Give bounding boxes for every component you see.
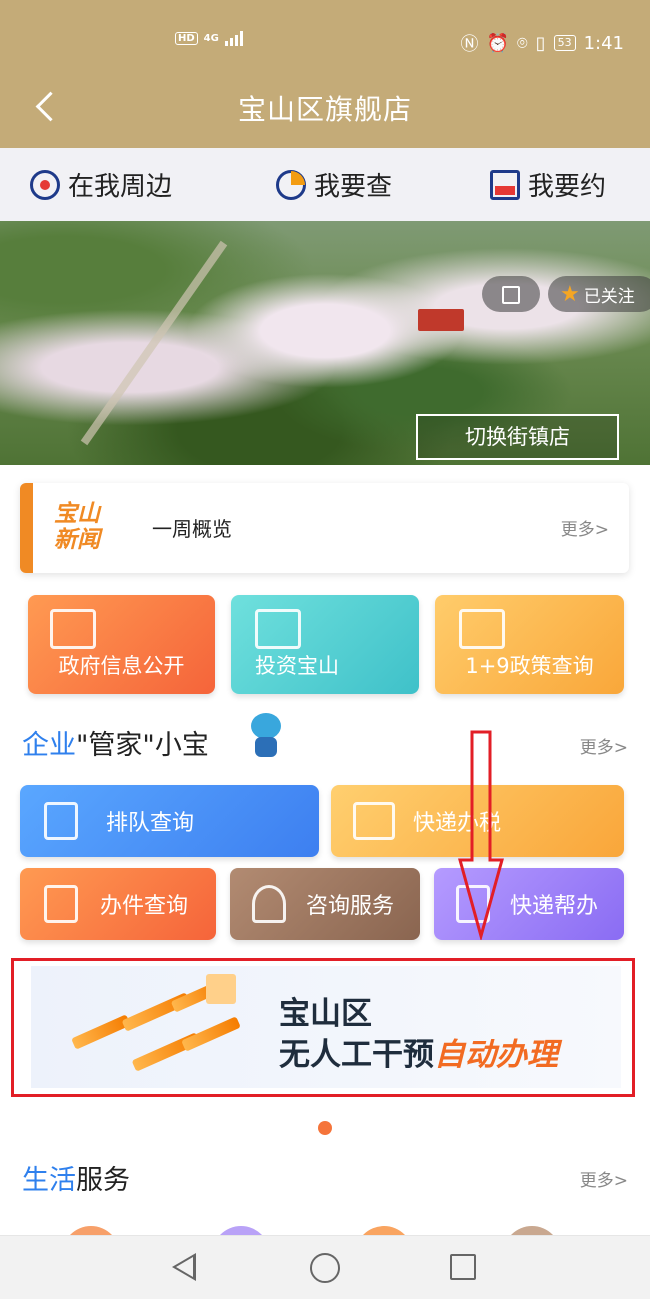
nfc-icon: Ⓝ xyxy=(460,34,479,55)
nav-back-icon[interactable] xyxy=(172,1253,196,1281)
calendar-icon xyxy=(490,169,520,200)
search-icon xyxy=(276,169,306,200)
tile-label: 咨询服务 xyxy=(306,894,395,919)
section-title-blue: 企业 xyxy=(22,730,76,761)
policy-query-card[interactable]: 1+9政策查询 xyxy=(435,595,624,694)
invest-card[interactable]: 投资宝山 xyxy=(231,595,419,694)
hd-badge: HD xyxy=(175,31,198,45)
news-strip[interactable]: 宝山 新闻 一周概览 更多> xyxy=(20,483,629,573)
mascot-icon xyxy=(243,713,287,759)
top-bar: HD 4G Ⓝ ⏰ ⌾ ▯ 53 1:41 宝山区旗舰店 xyxy=(0,0,650,148)
chat-note-icon xyxy=(206,974,236,1004)
tile-label: 快递帮办 xyxy=(510,894,599,919)
hero-roof xyxy=(418,309,464,331)
page-title: 宝山区旗舰店 xyxy=(237,93,412,126)
quick-tabs: 在我周边 我要查 我要约 xyxy=(0,148,650,221)
document-search-icon xyxy=(44,885,78,923)
card-label: 投资宝山 xyxy=(255,654,339,678)
card-label: 1+9政策查询 xyxy=(465,654,594,678)
tab-label: 我要约 xyxy=(528,172,607,202)
news-more-link[interactable]: 更多> xyxy=(561,515,609,540)
clock: 1:41 xyxy=(583,32,624,54)
tab-nearby[interactable]: 在我周边 xyxy=(30,166,172,203)
tax-box-icon xyxy=(353,802,395,840)
annotation-arrow-icon xyxy=(458,730,504,940)
tile-label: 排队查询 xyxy=(106,811,195,836)
follow-button[interactable]: ★ 已关注 xyxy=(548,276,650,312)
switch-town-store-button[interactable]: 切换街镇店 xyxy=(416,414,619,460)
hero-road xyxy=(80,240,228,446)
tab-search[interactable]: 我要查 xyxy=(276,166,392,203)
auto-processing-banner[interactable]: 宝山区 无人工干预自动办理 xyxy=(31,966,621,1088)
follow-label: 已关注 xyxy=(583,286,635,307)
star-icon: ★ xyxy=(560,281,580,307)
tile-label: 办件查询 xyxy=(100,894,189,919)
nav-recents-icon[interactable] xyxy=(450,1254,476,1280)
news-headline: 一周概览 xyxy=(152,517,232,541)
banner-page-indicator xyxy=(318,1121,332,1135)
document-chat-icon xyxy=(50,609,96,649)
money-bag-icon xyxy=(255,609,301,649)
battery-icon: 53 xyxy=(553,35,576,51)
news-logo: 宝山 新闻 xyxy=(54,501,100,553)
promo-line2-highlight: 自动办理 xyxy=(434,1037,558,1073)
promo-line2-prefix: 无人工干预 xyxy=(279,1037,434,1073)
promo-line1: 宝山区 xyxy=(279,996,372,1032)
nav-home-icon[interactable] xyxy=(310,1253,340,1283)
signal-icon xyxy=(224,30,243,46)
tab-appointment[interactable]: 我要约 xyxy=(490,166,606,203)
queue-query-tile[interactable]: 排队查询 xyxy=(20,785,319,857)
alarm-icon: ⏰ xyxy=(486,32,509,54)
promo-banner-highlight: 宝山区 无人工干预自动办理 xyxy=(11,958,635,1097)
share-button[interactable] xyxy=(482,276,540,312)
life-section-title: 生活服务 xyxy=(22,1158,130,1197)
document-search-icon xyxy=(459,609,505,649)
section-title-rest: 服务 xyxy=(76,1165,130,1196)
enterprise-section-title: 企业"管家"小宝 xyxy=(22,723,209,762)
status-bar: HD 4G Ⓝ ⏰ ⌾ ▯ 53 1:41 xyxy=(0,26,650,62)
network-type: 4G xyxy=(203,32,219,44)
system-nav-bar xyxy=(0,1235,650,1299)
section-title-rest: "管家"小宝 xyxy=(76,730,209,761)
hourglass-icon xyxy=(44,802,78,840)
life-more-link[interactable]: 更多> xyxy=(580,1166,628,1191)
news-logo-line1: 宝山 xyxy=(54,501,100,527)
consult-service-tile[interactable]: 咨询服务 xyxy=(230,868,420,940)
gov-info-card[interactable]: 政府信息公开 xyxy=(28,595,215,694)
enterprise-more-link[interactable]: 更多> xyxy=(580,733,628,758)
location-icon: ⌾ xyxy=(516,32,528,54)
vibrate-icon: ▯ xyxy=(535,32,546,54)
tab-label: 在我周边 xyxy=(68,172,173,202)
news-logo-line2: 新闻 xyxy=(54,527,100,553)
app-header: 宝山区旗舰店 xyxy=(0,72,650,142)
tab-label: 我要查 xyxy=(314,172,393,202)
promo-line2: 无人工干预自动办理 xyxy=(279,1029,558,1074)
section-title-blue: 生活 xyxy=(22,1165,76,1196)
headset-icon xyxy=(252,885,286,923)
location-pin-icon xyxy=(30,169,60,200)
case-query-tile[interactable]: 办件查询 xyxy=(20,868,216,940)
card-label: 政府信息公开 xyxy=(58,654,185,678)
news-accent-bar xyxy=(20,483,33,573)
